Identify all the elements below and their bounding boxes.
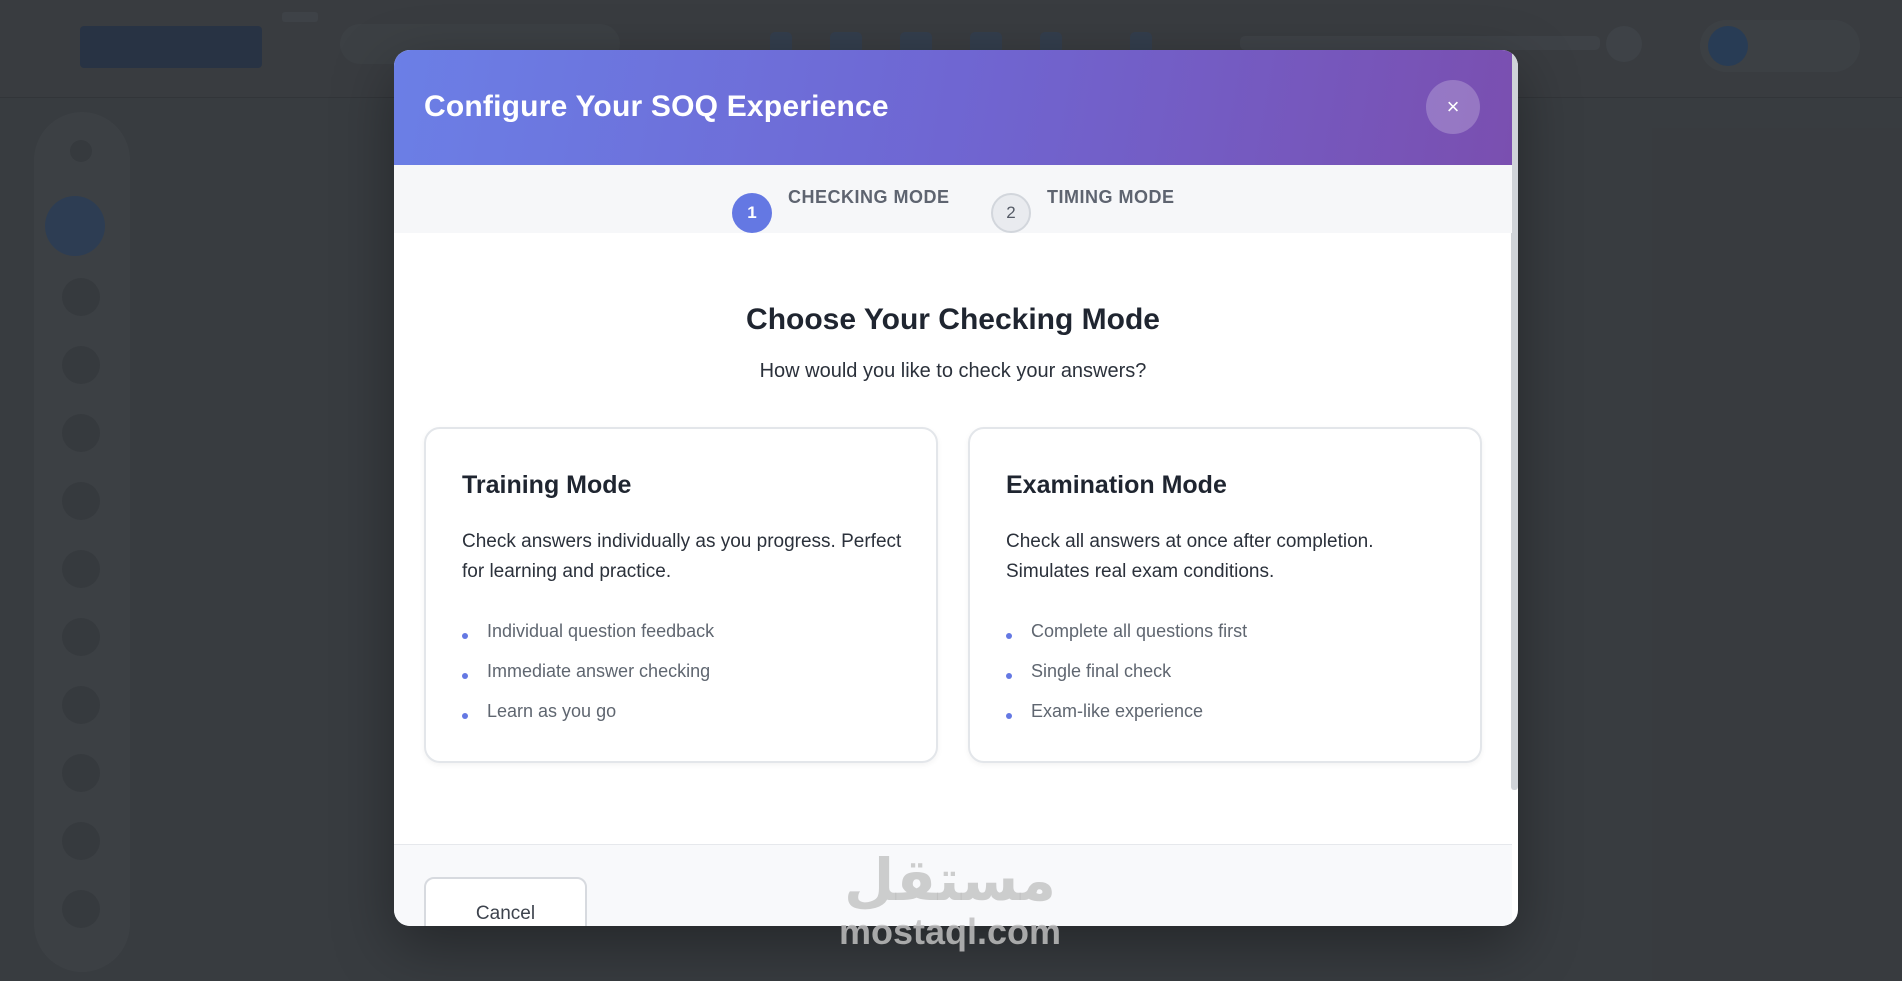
- card-title: Examination Mode: [1006, 471, 1227, 499]
- step-timing-mode: 2 TIMING MODE: [991, 187, 1175, 233]
- bullet-icon: [1006, 673, 1012, 679]
- content-subheading: How would you like to check your answers…: [759, 360, 1147, 382]
- configure-modal: Configure Your SOQ Experience × 1 CHECKI…: [394, 50, 1518, 926]
- training-mode-card[interactable]: Training Mode Check answers individually…: [424, 427, 938, 763]
- step-label: CHECKING MODE: [788, 187, 950, 207]
- watermark-arabic: مستقل: [843, 848, 1057, 913]
- step-number: 2: [991, 193, 1031, 233]
- list-item: Immediate answer checking: [462, 657, 714, 697]
- step-checking-mode: 1 CHECKING MODE: [732, 187, 950, 233]
- list-item: Learn as you go: [462, 697, 714, 737]
- bullet-icon: [462, 713, 468, 719]
- bullet-icon: [1006, 633, 1012, 639]
- list-item: Complete all questions first: [1006, 617, 1247, 657]
- steps-progress: 1 CHECKING MODE 2 TIMING MODE: [394, 165, 1512, 233]
- modal-header: Configure Your SOQ Experience ×: [394, 50, 1512, 165]
- close-icon: ×: [1446, 94, 1460, 119]
- modal-scrollbar[interactable]: [1511, 50, 1518, 790]
- bullet-icon: [1006, 713, 1012, 719]
- mostaql-watermark: مستقل mostaql.com: [820, 850, 1080, 960]
- card-title: Training Mode: [462, 471, 632, 499]
- examination-mode-card[interactable]: Examination Mode Check all answers at on…: [968, 427, 1482, 763]
- step-number: 1: [732, 193, 772, 233]
- close-button[interactable]: ×: [1426, 80, 1480, 134]
- bullet-icon: [462, 633, 468, 639]
- cancel-button[interactable]: Cancel: [424, 877, 587, 926]
- bullet-icon: [462, 673, 468, 679]
- card-description: Check all answers at once after completi…: [1006, 531, 1374, 582]
- watermark-latin: mostaql.com: [838, 911, 1062, 952]
- modal-title: Configure Your SOQ Experience: [424, 90, 889, 123]
- list-item: Single final check: [1006, 657, 1247, 697]
- feature-list: Individual question feedback Immediate a…: [462, 617, 714, 737]
- step-label: TIMING MODE: [1047, 187, 1175, 207]
- list-item: Exam-like experience: [1006, 697, 1247, 737]
- list-item: Individual question feedback: [462, 617, 714, 657]
- feature-list: Complete all questions first Single fina…: [1006, 617, 1247, 737]
- content-heading: Choose Your Checking Mode: [746, 303, 1160, 336]
- card-description: Check answers individually as you progre…: [462, 531, 902, 582]
